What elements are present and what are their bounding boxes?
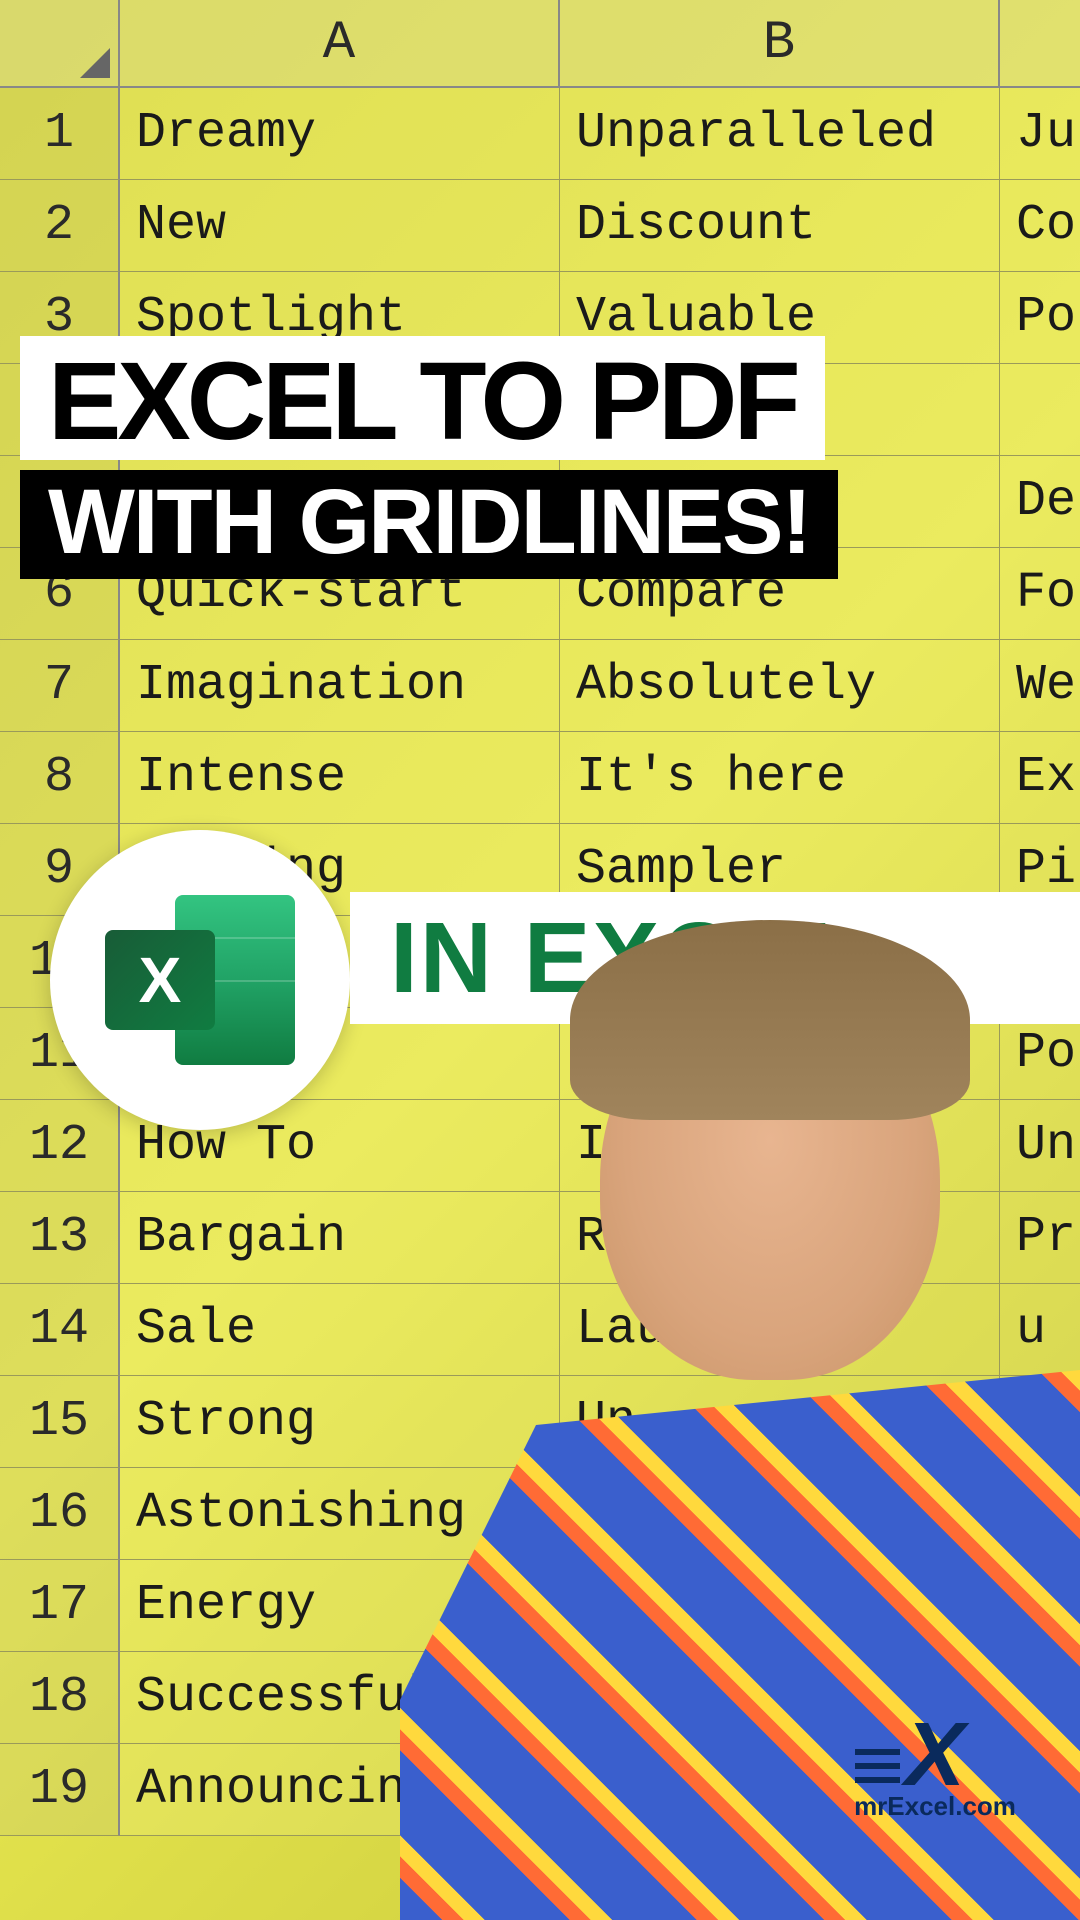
table-row: 2NewDiscountCo	[0, 180, 1080, 272]
column-header-c	[1000, 0, 1080, 88]
title-line-1: EXCEL TO PDF	[20, 336, 825, 460]
select-all-corner	[0, 0, 120, 88]
cell	[1000, 364, 1080, 456]
mrexcel-logo: X mrExcel.com	[820, 1700, 1050, 1840]
mrexcel-x-icon: X	[905, 1719, 965, 1791]
title-line-2: WITH GRIDLINES!	[20, 470, 838, 579]
table-row: 8IntenseIt's hereEx	[0, 732, 1080, 824]
column-header-a: A	[120, 0, 560, 88]
cell: Po	[1000, 272, 1080, 364]
cell: Absolutely	[560, 640, 1000, 732]
row-header: 8	[0, 732, 120, 824]
cell: u	[1000, 1284, 1080, 1376]
row-header: 19	[0, 1744, 120, 1836]
cell: Sale	[120, 1284, 560, 1376]
row-header: 18	[0, 1652, 120, 1744]
cell: Jus	[1000, 88, 1080, 180]
table-row: 14SaleLauu	[0, 1284, 1080, 1376]
row-header: 1	[0, 88, 120, 180]
cell: Ex	[1000, 732, 1080, 824]
cell: Co	[1000, 180, 1080, 272]
row-header: 17	[0, 1560, 120, 1652]
table-row: 7ImaginationAbsolutelyWe	[0, 640, 1080, 732]
cell: We	[1000, 640, 1080, 732]
cell: De	[1000, 456, 1080, 548]
cell: Un	[1000, 1100, 1080, 1192]
cell: Fo	[1000, 548, 1080, 640]
column-header-row: A B	[0, 0, 1080, 88]
cell: New	[120, 180, 560, 272]
cell: Imagination	[120, 640, 560, 732]
excel-icon: X	[105, 895, 295, 1065]
cell: Strong	[120, 1376, 560, 1468]
row-header: 7	[0, 640, 120, 732]
row-header: 16	[0, 1468, 120, 1560]
excel-logo-badge: X	[50, 830, 350, 1130]
row-header: 2	[0, 180, 120, 272]
cell: Dreamy	[120, 88, 560, 180]
row-header: 14	[0, 1284, 120, 1376]
row-header: 12	[0, 1100, 120, 1192]
row-header: 13	[0, 1192, 120, 1284]
row-header: 15	[0, 1376, 120, 1468]
cell: Bargain	[120, 1192, 560, 1284]
cell: Discount	[560, 180, 1000, 272]
cell: Unparalleled	[560, 88, 1000, 180]
cell: Intense	[120, 732, 560, 824]
table-row: 1DreamyUnparalleledJus	[0, 88, 1080, 180]
cell: It's here	[560, 732, 1000, 824]
cell: Pr	[1000, 1192, 1080, 1284]
column-header-b: B	[560, 0, 1000, 88]
presenter-hair	[570, 920, 970, 1120]
